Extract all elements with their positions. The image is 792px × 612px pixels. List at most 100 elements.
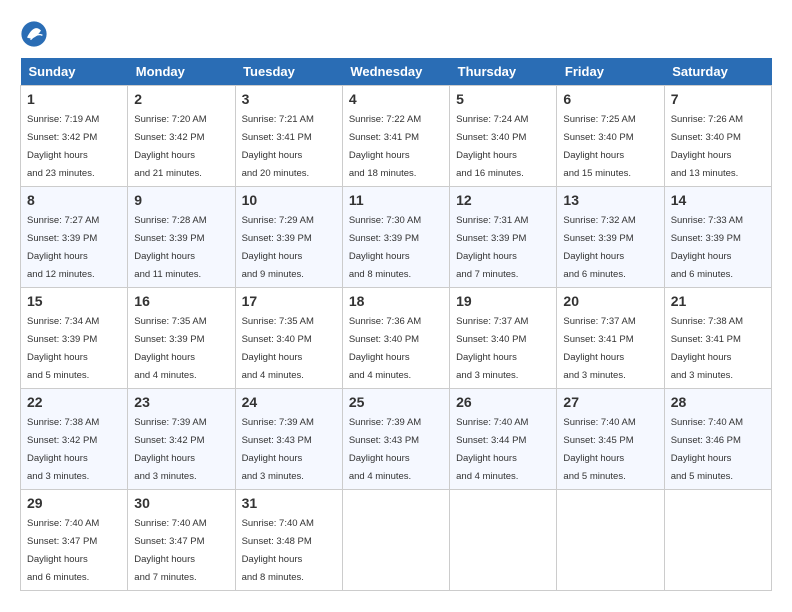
- calendar-cell: [342, 490, 449, 591]
- calendar-table: SundayMondayTuesdayWednesdayThursdayFrid…: [20, 58, 772, 591]
- day-detail: Sunrise: 7:21 AMSunset: 3:41 PMDaylight …: [242, 114, 314, 179]
- day-detail: Sunrise: 7:35 AMSunset: 3:39 PMDaylight …: [134, 316, 206, 381]
- calendar-cell: 26 Sunrise: 7:40 AMSunset: 3:44 PMDaylig…: [450, 389, 557, 490]
- calendar-cell: 20 Sunrise: 7:37 AMSunset: 3:41 PMDaylig…: [557, 288, 664, 389]
- header: [20, 20, 772, 48]
- calendar-cell: 31 Sunrise: 7:40 AMSunset: 3:48 PMDaylig…: [235, 490, 342, 591]
- day-detail: Sunrise: 7:37 AMSunset: 3:40 PMDaylight …: [456, 316, 528, 381]
- day-detail: Sunrise: 7:40 AMSunset: 3:45 PMDaylight …: [563, 417, 635, 482]
- day-number: 30: [134, 495, 228, 511]
- day-number: 26: [456, 394, 550, 410]
- day-detail: Sunrise: 7:40 AMSunset: 3:46 PMDaylight …: [671, 417, 743, 482]
- calendar-cell: 7 Sunrise: 7:26 AMSunset: 3:40 PMDayligh…: [664, 86, 771, 187]
- day-detail: Sunrise: 7:40 AMSunset: 3:48 PMDaylight …: [242, 518, 314, 583]
- weekday-header-wednesday: Wednesday: [342, 58, 449, 86]
- day-detail: Sunrise: 7:35 AMSunset: 3:40 PMDaylight …: [242, 316, 314, 381]
- day-number: 5: [456, 91, 550, 107]
- calendar-cell: 12 Sunrise: 7:31 AMSunset: 3:39 PMDaylig…: [450, 187, 557, 288]
- calendar-cell: 10 Sunrise: 7:29 AMSunset: 3:39 PMDaylig…: [235, 187, 342, 288]
- weekday-header-monday: Monday: [128, 58, 235, 86]
- calendar-cell: 28 Sunrise: 7:40 AMSunset: 3:46 PMDaylig…: [664, 389, 771, 490]
- calendar-cell: 6 Sunrise: 7:25 AMSunset: 3:40 PMDayligh…: [557, 86, 664, 187]
- day-number: 31: [242, 495, 336, 511]
- day-number: 3: [242, 91, 336, 107]
- day-number: 12: [456, 192, 550, 208]
- day-detail: Sunrise: 7:32 AMSunset: 3:39 PMDaylight …: [563, 215, 635, 280]
- day-detail: Sunrise: 7:24 AMSunset: 3:40 PMDaylight …: [456, 114, 528, 179]
- day-detail: Sunrise: 7:38 AMSunset: 3:42 PMDaylight …: [27, 417, 99, 482]
- day-detail: Sunrise: 7:39 AMSunset: 3:43 PMDaylight …: [349, 417, 421, 482]
- day-detail: Sunrise: 7:19 AMSunset: 3:42 PMDaylight …: [27, 114, 99, 179]
- calendar-cell: 16 Sunrise: 7:35 AMSunset: 3:39 PMDaylig…: [128, 288, 235, 389]
- day-number: 17: [242, 293, 336, 309]
- day-detail: Sunrise: 7:28 AMSunset: 3:39 PMDaylight …: [134, 215, 206, 280]
- day-detail: Sunrise: 7:40 AMSunset: 3:47 PMDaylight …: [134, 518, 206, 583]
- day-number: 29: [27, 495, 121, 511]
- day-number: 4: [349, 91, 443, 107]
- day-number: 11: [349, 192, 443, 208]
- calendar-cell: 30 Sunrise: 7:40 AMSunset: 3:47 PMDaylig…: [128, 490, 235, 591]
- weekday-header-sunday: Sunday: [21, 58, 128, 86]
- day-number: 28: [671, 394, 765, 410]
- day-number: 18: [349, 293, 443, 309]
- calendar-week-3: 15 Sunrise: 7:34 AMSunset: 3:39 PMDaylig…: [21, 288, 772, 389]
- calendar-cell: 22 Sunrise: 7:38 AMSunset: 3:42 PMDaylig…: [21, 389, 128, 490]
- day-number: 20: [563, 293, 657, 309]
- day-detail: Sunrise: 7:30 AMSunset: 3:39 PMDaylight …: [349, 215, 421, 280]
- day-number: 27: [563, 394, 657, 410]
- calendar-week-5: 29 Sunrise: 7:40 AMSunset: 3:47 PMDaylig…: [21, 490, 772, 591]
- day-number: 19: [456, 293, 550, 309]
- calendar-cell: 1 Sunrise: 7:19 AMSunset: 3:42 PMDayligh…: [21, 86, 128, 187]
- calendar-week-4: 22 Sunrise: 7:38 AMSunset: 3:42 PMDaylig…: [21, 389, 772, 490]
- day-detail: Sunrise: 7:40 AMSunset: 3:44 PMDaylight …: [456, 417, 528, 482]
- day-detail: Sunrise: 7:36 AMSunset: 3:40 PMDaylight …: [349, 316, 421, 381]
- calendar-cell: 29 Sunrise: 7:40 AMSunset: 3:47 PMDaylig…: [21, 490, 128, 591]
- calendar-cell: 9 Sunrise: 7:28 AMSunset: 3:39 PMDayligh…: [128, 187, 235, 288]
- calendar-cell: 24 Sunrise: 7:39 AMSunset: 3:43 PMDaylig…: [235, 389, 342, 490]
- weekday-header-friday: Friday: [557, 58, 664, 86]
- calendar-cell: 19 Sunrise: 7:37 AMSunset: 3:40 PMDaylig…: [450, 288, 557, 389]
- day-number: 22: [27, 394, 121, 410]
- day-detail: Sunrise: 7:40 AMSunset: 3:47 PMDaylight …: [27, 518, 99, 583]
- logo: [20, 20, 52, 48]
- day-detail: Sunrise: 7:39 AMSunset: 3:43 PMDaylight …: [242, 417, 314, 482]
- day-detail: Sunrise: 7:27 AMSunset: 3:39 PMDaylight …: [27, 215, 99, 280]
- calendar-cell: 17 Sunrise: 7:35 AMSunset: 3:40 PMDaylig…: [235, 288, 342, 389]
- day-number: 21: [671, 293, 765, 309]
- calendar-cell: 8 Sunrise: 7:27 AMSunset: 3:39 PMDayligh…: [21, 187, 128, 288]
- weekday-header-thursday: Thursday: [450, 58, 557, 86]
- day-detail: Sunrise: 7:25 AMSunset: 3:40 PMDaylight …: [563, 114, 635, 179]
- calendar-cell: 27 Sunrise: 7:40 AMSunset: 3:45 PMDaylig…: [557, 389, 664, 490]
- calendar-cell: [557, 490, 664, 591]
- day-number: 25: [349, 394, 443, 410]
- day-number: 13: [563, 192, 657, 208]
- calendar-cell: 4 Sunrise: 7:22 AMSunset: 3:41 PMDayligh…: [342, 86, 449, 187]
- calendar-cell: 15 Sunrise: 7:34 AMSunset: 3:39 PMDaylig…: [21, 288, 128, 389]
- calendar-cell: 2 Sunrise: 7:20 AMSunset: 3:42 PMDayligh…: [128, 86, 235, 187]
- day-number: 10: [242, 192, 336, 208]
- calendar-week-1: 1 Sunrise: 7:19 AMSunset: 3:42 PMDayligh…: [21, 86, 772, 187]
- weekday-header-saturday: Saturday: [664, 58, 771, 86]
- calendar-cell: 3 Sunrise: 7:21 AMSunset: 3:41 PMDayligh…: [235, 86, 342, 187]
- calendar-cell: [664, 490, 771, 591]
- calendar-week-2: 8 Sunrise: 7:27 AMSunset: 3:39 PMDayligh…: [21, 187, 772, 288]
- calendar-cell: [450, 490, 557, 591]
- weekday-header-tuesday: Tuesday: [235, 58, 342, 86]
- day-detail: Sunrise: 7:31 AMSunset: 3:39 PMDaylight …: [456, 215, 528, 280]
- day-detail: Sunrise: 7:33 AMSunset: 3:39 PMDaylight …: [671, 215, 743, 280]
- day-detail: Sunrise: 7:34 AMSunset: 3:39 PMDaylight …: [27, 316, 99, 381]
- day-detail: Sunrise: 7:39 AMSunset: 3:42 PMDaylight …: [134, 417, 206, 482]
- day-number: 16: [134, 293, 228, 309]
- day-detail: Sunrise: 7:22 AMSunset: 3:41 PMDaylight …: [349, 114, 421, 179]
- day-detail: Sunrise: 7:20 AMSunset: 3:42 PMDaylight …: [134, 114, 206, 179]
- day-number: 8: [27, 192, 121, 208]
- day-number: 6: [563, 91, 657, 107]
- day-number: 23: [134, 394, 228, 410]
- day-number: 7: [671, 91, 765, 107]
- calendar-cell: 14 Sunrise: 7:33 AMSunset: 3:39 PMDaylig…: [664, 187, 771, 288]
- day-number: 15: [27, 293, 121, 309]
- calendar-cell: 11 Sunrise: 7:30 AMSunset: 3:39 PMDaylig…: [342, 187, 449, 288]
- calendar-cell: 18 Sunrise: 7:36 AMSunset: 3:40 PMDaylig…: [342, 288, 449, 389]
- day-detail: Sunrise: 7:37 AMSunset: 3:41 PMDaylight …: [563, 316, 635, 381]
- day-number: 24: [242, 394, 336, 410]
